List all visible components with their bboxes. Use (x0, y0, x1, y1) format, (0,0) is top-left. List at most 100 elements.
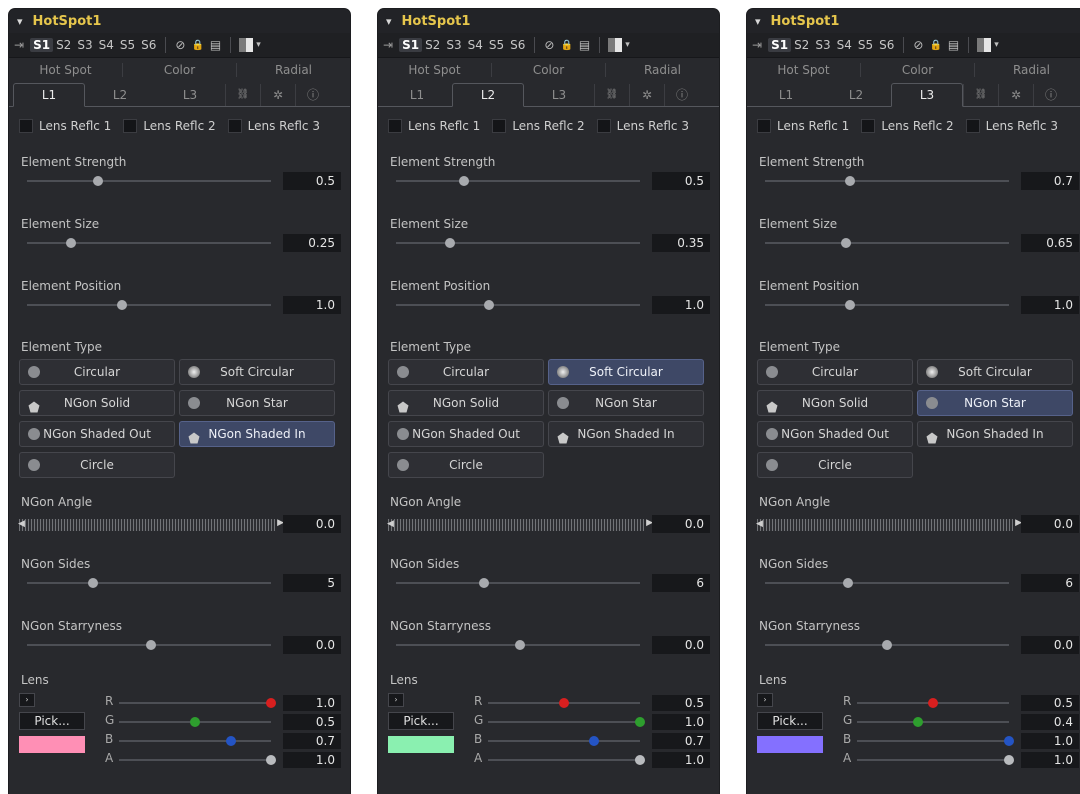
slot-s1[interactable]: S1 (768, 38, 792, 52)
checkbox-lens-reflc-2[interactable]: Lens Reflc 2 (861, 119, 954, 133)
slider-knob[interactable] (845, 300, 856, 310)
tab-radial[interactable]: Radial (606, 63, 719, 77)
slider-knob[interactable] (912, 717, 923, 727)
value-field[interactable]: 0.35 (652, 234, 710, 252)
element-type-ngon-star-button[interactable]: NGon Star (548, 390, 704, 416)
expand-arrow-icon[interactable]: › (19, 693, 35, 707)
element-type-ngon-shaded-out-button[interactable]: NGon Shaded Out (757, 421, 913, 447)
slot-s6[interactable]: S6 (507, 38, 528, 52)
element-type-circle-button[interactable]: Circle (388, 452, 544, 478)
slot-s2[interactable]: S2 (53, 38, 74, 52)
tab-radial[interactable]: Radial (975, 63, 1080, 77)
value-field[interactable]: 0.0 (652, 636, 710, 654)
channel-slider-a[interactable] (488, 755, 645, 765)
info-icon[interactable]: ⓘ (664, 84, 699, 106)
disable-icon[interactable]: ⊘ (175, 38, 185, 52)
slider-track[interactable] (27, 578, 271, 588)
pick-button[interactable]: Pick... (757, 712, 823, 730)
checkbox-box[interactable] (596, 119, 611, 133)
tab-l2[interactable]: L2 (85, 84, 155, 106)
tab-radial[interactable]: Radial (237, 63, 350, 77)
slider-track[interactable] (396, 640, 640, 650)
slot-s1[interactable]: S1 (30, 38, 54, 52)
value-field[interactable]: 1.0 (652, 296, 710, 314)
value-field[interactable]: 5 (283, 574, 341, 592)
angle-thumbwheel[interactable]: ◀ ▶ (756, 518, 1022, 531)
slider-track[interactable] (27, 176, 271, 186)
tab-hot-spot[interactable]: Hot Spot (378, 63, 492, 77)
slider-knob[interactable] (845, 176, 856, 186)
element-type-ngon-solid-button[interactable]: NGon Solid (388, 390, 544, 416)
value-field[interactable]: 0.5 (283, 172, 341, 190)
element-type-ngon-star-button[interactable]: NGon Star (917, 390, 1073, 416)
disable-icon[interactable]: ⊘ (544, 38, 554, 52)
slider-track[interactable] (396, 176, 640, 186)
element-type-circular-button[interactable]: Circular (388, 359, 544, 385)
pin-icon[interactable]: ⇥ (14, 38, 24, 52)
slot-s3[interactable]: S3 (812, 38, 833, 52)
angle-thumbwheel[interactable]: ◀ ▶ (387, 518, 653, 531)
dropdown-arrow-icon[interactable]: ▾ (256, 40, 261, 50)
link-icon[interactable]: ⛓ (594, 84, 629, 106)
color-preview-swatch[interactable] (757, 736, 823, 753)
slider-knob[interactable] (146, 640, 157, 650)
color-preview-swatch[interactable] (19, 736, 85, 753)
angle-thumbwheel[interactable]: ◀ ▶ (18, 518, 284, 531)
channel-slider-r[interactable] (857, 698, 1009, 708)
slot-s1[interactable]: S1 (399, 38, 423, 52)
channel-value-field[interactable]: 1.0 (283, 695, 341, 711)
slider-knob[interactable] (635, 717, 645, 727)
value-field[interactable]: 0.0 (283, 636, 341, 654)
value-field[interactable]: 0.65 (1021, 234, 1079, 252)
info-icon[interactable]: ⓘ (1033, 84, 1068, 106)
checkbox-box[interactable] (861, 119, 876, 133)
channel-value-field[interactable]: 0.5 (652, 695, 710, 711)
disable-icon[interactable]: ⊘ (913, 38, 923, 52)
tab-l1[interactable]: L1 (13, 83, 85, 107)
tab-l1[interactable]: L1 (382, 84, 452, 106)
checkbox-lens-reflc-3[interactable]: Lens Reflc 3 (596, 119, 689, 133)
slot-s2[interactable]: S2 (791, 38, 812, 52)
chevron-down-icon[interactable]: ▾ (755, 15, 761, 28)
color-preview-swatch[interactable] (388, 736, 454, 753)
channel-slider-b[interactable] (857, 736, 1014, 746)
channel-slider-b[interactable] (119, 736, 271, 746)
link-icon[interactable]: ⛓ (963, 84, 998, 106)
arrow-left-icon[interactable]: ◀ (18, 519, 25, 529)
value-field[interactable]: 0.0 (1021, 636, 1079, 654)
slot-s4[interactable]: S4 (96, 38, 117, 52)
settings-gear-icon[interactable]: ✲ (260, 84, 295, 106)
tab-l2[interactable]: L2 (821, 84, 891, 106)
checkbox-box[interactable] (388, 119, 402, 133)
slot-s3[interactable]: S3 (74, 38, 95, 52)
value-field[interactable]: 6 (1021, 574, 1079, 592)
channel-value-field[interactable]: 1.0 (652, 714, 710, 730)
slider-knob[interactable] (87, 578, 98, 588)
slider-knob[interactable] (266, 755, 276, 765)
slider-track[interactable] (27, 238, 271, 248)
value-field[interactable]: 0.25 (283, 234, 341, 252)
tab-l1[interactable]: L1 (751, 84, 821, 106)
slider-knob[interactable] (559, 698, 569, 708)
slider-track[interactable] (27, 640, 271, 650)
element-type-circle-button[interactable]: Circle (757, 452, 913, 478)
slider-track[interactable] (765, 578, 1009, 588)
slider-knob[interactable] (882, 640, 892, 650)
checkbox-box[interactable] (965, 119, 980, 133)
slider-track[interactable] (765, 300, 1009, 310)
save-icon[interactable]: ▤ (948, 38, 959, 52)
slot-s4[interactable]: S4 (465, 38, 486, 52)
slot-s5[interactable]: S5 (117, 38, 138, 52)
slider-track[interactable] (396, 238, 640, 248)
value-field[interactable]: 0.0 (283, 515, 341, 533)
slider-knob[interactable] (589, 736, 600, 746)
value-field[interactable]: 1.0 (283, 296, 341, 314)
tab-hot-spot[interactable]: Hot Spot (747, 63, 861, 77)
slot-s3[interactable]: S3 (443, 38, 464, 52)
slider-knob[interactable] (635, 755, 645, 765)
tab-l3[interactable]: L3 (891, 83, 963, 107)
expand-arrow-icon[interactable]: › (757, 693, 773, 707)
element-type-circle-button[interactable]: Circle (19, 452, 175, 478)
value-field[interactable]: 0.7 (1021, 172, 1079, 190)
tab-l3[interactable]: L3 (155, 84, 225, 106)
